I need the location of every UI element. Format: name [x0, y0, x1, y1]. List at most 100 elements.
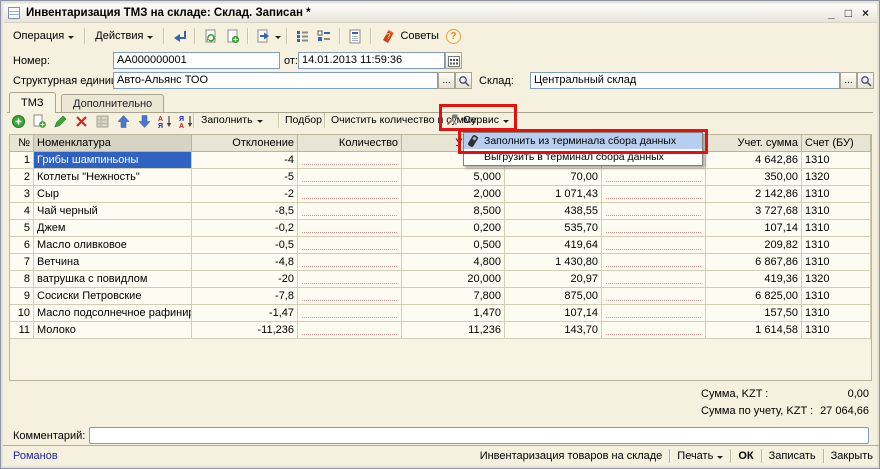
table-cell[interactable]	[298, 203, 402, 220]
date-picker-button[interactable]	[445, 52, 462, 69]
table-cell[interactable]: 2 142,86	[706, 186, 802, 203]
table-row[interactable]: 7Ветчина-4,8 4,8001 430,80 6 867,861310	[10, 254, 871, 271]
add-row-button[interactable]	[9, 112, 27, 130]
table-cell[interactable]: 20,97	[505, 271, 602, 288]
table-row[interactable]: 4Чай черный-8,58,500438,553 727,681310	[10, 203, 871, 220]
table-cell[interactable]	[602, 305, 706, 322]
table-cell[interactable]: -7,8	[192, 288, 298, 305]
table-cell[interactable]: 6 825,00	[706, 288, 802, 305]
chevron-down-icon[interactable]	[275, 36, 281, 42]
table-cell[interactable]: 1310	[802, 186, 871, 203]
table-row[interactable]: 6Масло оливковое-0,50,500419,64209,82131…	[10, 237, 871, 254]
table-cell[interactable]: 6 867,86	[706, 254, 802, 271]
table-cell[interactable]: 8,500	[402, 203, 505, 220]
table-cell[interactable]	[298, 288, 402, 305]
table-cell[interactable]: 9	[10, 288, 34, 305]
unit-input[interactable]: Авто-Альянс ТОО	[113, 72, 438, 89]
table-cell[interactable]: -0,2	[192, 220, 298, 237]
table-cell[interactable]: 11,236	[402, 322, 505, 339]
maximize-button[interactable]: □	[845, 6, 852, 20]
operation-menu-button[interactable]: Операция	[8, 26, 79, 46]
tab-tmz[interactable]: ТМЗ	[9, 92, 56, 113]
table-cell[interactable]: 107,14	[505, 305, 602, 322]
table-row[interactable]: 5Джем-0,20,200535,70107,141310	[10, 220, 871, 237]
table-cell[interactable]: -8,5	[192, 203, 298, 220]
table-cell[interactable]: -2	[192, 186, 298, 203]
help-button[interactable]: ?	[446, 29, 461, 44]
table-cell[interactable]: Ветчина	[34, 254, 192, 271]
service-menu-item[interactable]: Заполнить из терминала сбора данных	[464, 133, 702, 149]
column-header-7[interactable]: Учет. сумма	[706, 135, 802, 152]
table-cell[interactable]	[602, 237, 706, 254]
table-cell[interactable]	[298, 220, 402, 237]
minimize-button[interactable]: _	[828, 6, 835, 20]
service-menu-item[interactable]: Выгрузить в терминал сбора данных	[464, 149, 702, 165]
fill-button[interactable]: Заполнить	[201, 111, 263, 129]
table-cell[interactable]: 157,50	[706, 305, 802, 322]
table-row[interactable]: 8ватрушка с повидлом-2020,00020,97419,36…	[10, 271, 871, 288]
table-cell[interactable]: 7	[10, 254, 34, 271]
table-cell[interactable]: -0,5	[192, 237, 298, 254]
table-cell[interactable]: -1,47	[192, 305, 298, 322]
table-row[interactable]: 1Грибы шампиньоны-44 642,861310	[10, 152, 871, 169]
number-input[interactable]: АА000000001	[113, 52, 280, 69]
table-cell[interactable]: Масло подсолнечное рафиниро...	[34, 305, 192, 322]
table-cell[interactable]: 1 430,80	[505, 254, 602, 271]
table-cell[interactable]: 1310	[802, 237, 871, 254]
close-button[interactable]: ×	[862, 6, 869, 20]
end-edit-button[interactable]	[93, 112, 111, 130]
table-cell[interactable]: 1310	[802, 288, 871, 305]
service-button[interactable]: Сервис	[445, 111, 509, 129]
table-cell[interactable]: ватрушка с повидлом	[34, 271, 192, 288]
table-cell[interactable]	[298, 152, 402, 169]
table-cell[interactable]: -4	[192, 152, 298, 169]
save-button[interactable]: Записать	[769, 450, 816, 462]
table-cell[interactable]: 2,000	[402, 186, 505, 203]
table-cell[interactable]: 1320	[802, 271, 871, 288]
table-cell[interactable]: 1	[10, 152, 34, 169]
table-cell[interactable]: -11,236	[192, 322, 298, 339]
table-cell[interactable]: Грибы шампиньоны	[34, 152, 192, 169]
table-cell[interactable]: 2	[10, 169, 34, 186]
move-up-button[interactable]	[114, 112, 132, 130]
table-cell[interactable]	[298, 322, 402, 339]
table-cell[interactable]	[602, 288, 706, 305]
pick-button[interactable]: Подбор	[285, 111, 322, 129]
copy-row-button[interactable]	[30, 112, 48, 130]
table-cell[interactable]: 107,14	[706, 220, 802, 237]
table-cell[interactable]: 1 614,58	[706, 322, 802, 339]
table-row[interactable]: 10Масло подсолнечное рафиниро...-1,471,4…	[10, 305, 871, 322]
table-row[interactable]: 3Сыр-22,0001 071,432 142,861310	[10, 186, 871, 203]
table-cell[interactable]: -4,8	[192, 254, 298, 271]
structure-button[interactable]	[292, 26, 312, 46]
table-cell[interactable]: 350,00	[706, 169, 802, 186]
table-cell[interactable]	[602, 254, 706, 271]
table-cell[interactable]: 5,000	[402, 169, 505, 186]
comment-input[interactable]	[89, 427, 869, 444]
table-cell[interactable]: 1310	[802, 254, 871, 271]
table-cell[interactable]: -5	[192, 169, 298, 186]
unit-browse-button[interactable]: ...	[438, 72, 455, 89]
table-cell[interactable]	[602, 220, 706, 237]
table-cell[interactable]: 1310	[802, 322, 871, 339]
settings-list-button[interactable]	[314, 26, 334, 46]
warehouse-open-button[interactable]	[857, 72, 874, 89]
table-cell[interactable]: 535,70	[505, 220, 602, 237]
table-row[interactable]: 2Котлеты "Нежность"-55,00070,00350,00132…	[10, 169, 871, 186]
table-cell[interactable]: Молоко	[34, 322, 192, 339]
table-cell[interactable]: 10	[10, 305, 34, 322]
table-cell[interactable]: 1310	[802, 305, 871, 322]
sort-asc-button[interactable]: А Я	[156, 112, 174, 130]
table-cell[interactable]: 20,000	[402, 271, 505, 288]
table-cell[interactable]	[298, 305, 402, 322]
post-document-button[interactable]	[253, 26, 273, 46]
table-cell[interactable]: 4,800	[402, 254, 505, 271]
table-cell[interactable]: Джем	[34, 220, 192, 237]
table-cell[interactable]: 1310	[802, 220, 871, 237]
table-cell[interactable]	[602, 271, 706, 288]
warehouse-input[interactable]: Центральный склад	[530, 72, 840, 89]
warehouse-browse-button[interactable]: ...	[840, 72, 857, 89]
table-cell[interactable]	[298, 186, 402, 203]
refresh-button[interactable]	[200, 26, 220, 46]
table-cell[interactable]: 1320	[802, 169, 871, 186]
